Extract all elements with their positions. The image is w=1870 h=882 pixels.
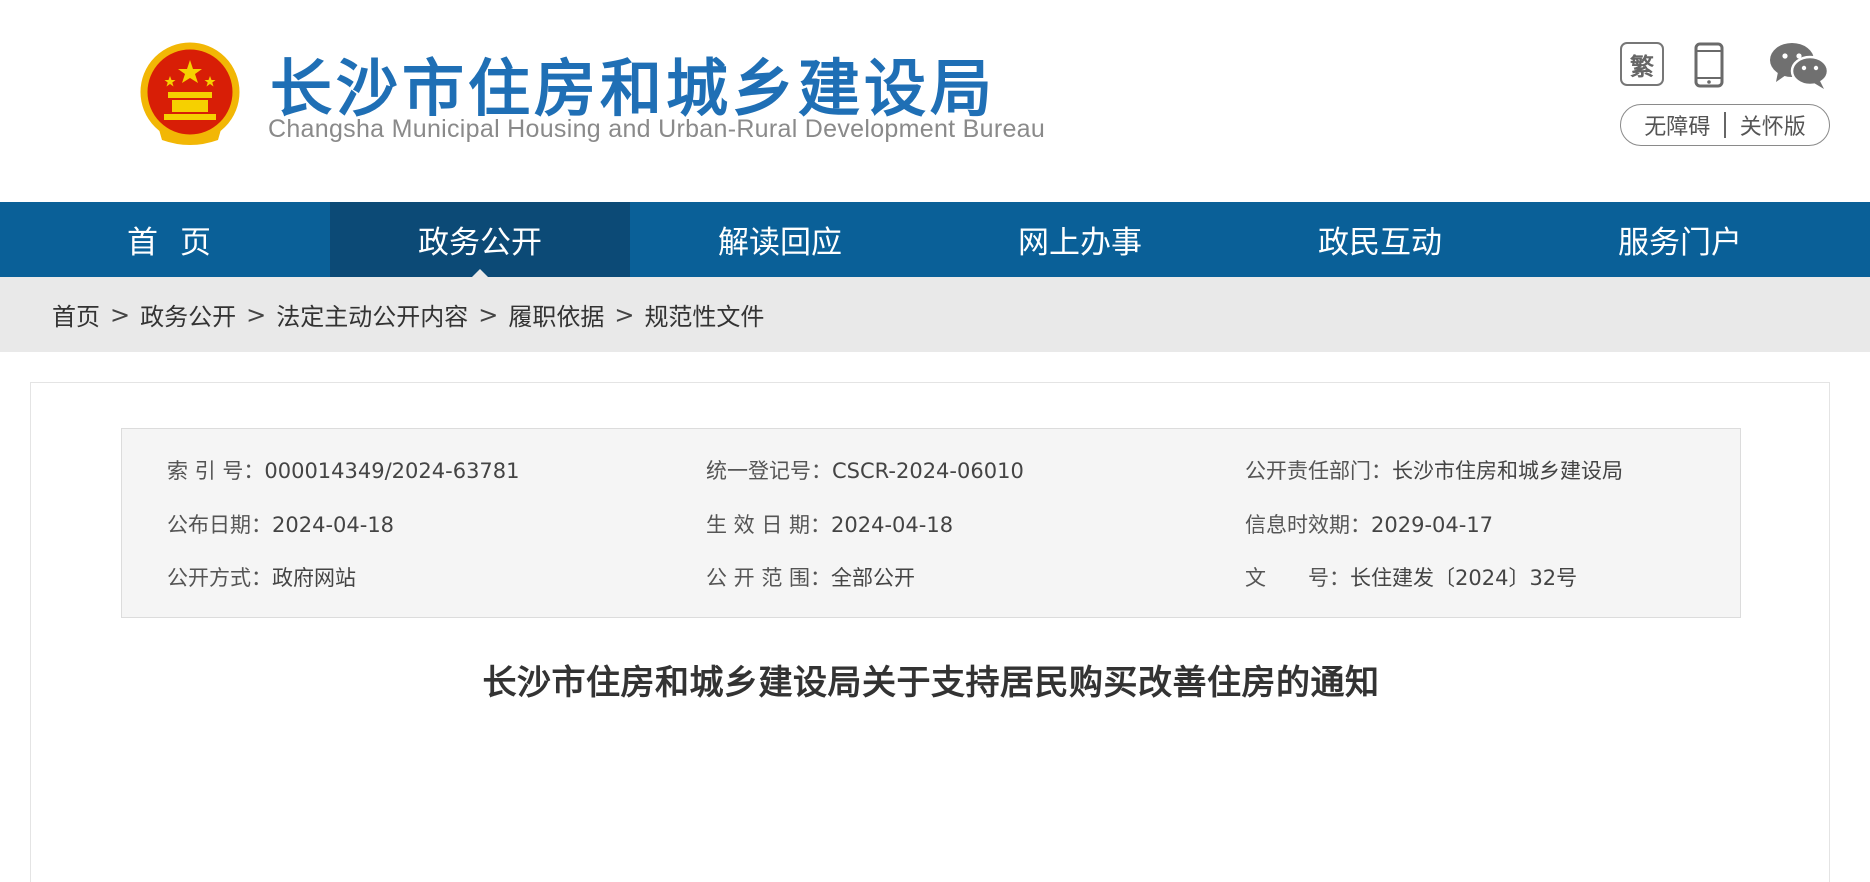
elderly-mode-link[interactable]: 关怀版: [1740, 109, 1806, 141]
breadcrumb-item[interactable]: 法定主动公开内容: [276, 297, 468, 332]
national-emblem-icon: [140, 42, 240, 148]
mobile-icon[interactable]: [1694, 42, 1724, 88]
meta-method: 公开方式：政府网站: [167, 562, 356, 592]
meta-label: 信息时效期：: [1245, 513, 1371, 537]
meta-value: 长沙市住房和城乡建设局: [1392, 459, 1623, 483]
main-nav: 首页 政务公开 解读回应 网上办事 政民互动 服务门户: [0, 202, 1870, 277]
meta-label: 索 引 号：: [167, 459, 265, 483]
site-subtitle: Changsha Municipal Housing and Urban-Rur…: [268, 115, 1046, 143]
meta-value: 全部公开: [831, 566, 916, 590]
accessibility-link[interactable]: 无障碍: [1644, 109, 1710, 141]
meta-value: CSCR-2024-06010: [832, 459, 1024, 483]
breadcrumb-separator: >: [110, 300, 131, 329]
article-container: 索 引 号：000014349/2024-63781 统一登记号：CSCR-20…: [30, 382, 1830, 882]
meta-index: 索 引 号：000014349/2024-63781: [167, 455, 520, 485]
document-title: 长沙市住房和城乡建设局关于支持居民购买改善住房的通知: [482, 663, 1380, 703]
breadcrumb-separator: >: [246, 300, 267, 329]
meta-value: 2024-04-18: [831, 513, 954, 537]
pill-divider: [1724, 112, 1726, 138]
meta-label: 生 效 日 期：: [706, 513, 832, 537]
meta-doc-number: 文 号：长住建发〔2024〕32号: [1245, 562, 1577, 592]
meta-value: 长住建发〔2024〕32号: [1350, 566, 1578, 590]
nav-item-interpretation[interactable]: 解读回应: [630, 202, 930, 277]
breadcrumb: 首页 > 政务公开 > 法定主动公开内容 > 履职依据 > 规范性文件: [0, 277, 1870, 352]
nav-item-online-services[interactable]: 网上办事: [930, 202, 1230, 277]
breadcrumb-item[interactable]: 首页: [52, 297, 100, 332]
meta-value: 2029-04-17: [1371, 513, 1494, 537]
meta-registration: 统一登记号：CSCR-2024-06010: [706, 455, 1024, 485]
meta-effective-date: 生 效 日 期：2024-04-18: [706, 509, 953, 539]
meta-value: 2024-04-18: [272, 513, 395, 537]
nav-item-service-portal[interactable]: 服务门户: [1530, 202, 1830, 277]
meta-label: 公布日期：: [167, 513, 272, 537]
document-metadata-table: 索 引 号：000014349/2024-63781 统一登记号：CSCR-20…: [121, 428, 1741, 618]
meta-label: 公 开 范 围：: [706, 566, 832, 590]
meta-label: 公开方式：: [167, 566, 272, 590]
breadcrumb-separator: >: [614, 300, 635, 329]
meta-scope: 公 开 范 围：全部公开: [706, 562, 915, 592]
site-header: 长沙市住房和城乡建设局 Changsha Municipal Housing a…: [0, 0, 1870, 202]
meta-value: 政府网站: [272, 566, 356, 590]
breadcrumb-item[interactable]: 履职依据: [508, 297, 604, 332]
breadcrumb-item[interactable]: 规范性文件: [644, 297, 764, 332]
breadcrumb-item[interactable]: 政务公开: [140, 297, 236, 332]
meta-publish-date: 公布日期：2024-04-18: [167, 509, 394, 539]
nav-item-home[interactable]: 首页: [0, 202, 330, 277]
traditional-chinese-button[interactable]: 繁: [1620, 42, 1664, 86]
meta-department: 公开责任部门：长沙市住房和城乡建设局: [1245, 455, 1623, 485]
meta-label: 公开责任部门：: [1245, 459, 1392, 483]
meta-label: 文 号：: [1245, 566, 1350, 590]
nav-item-interaction[interactable]: 政民互动: [1230, 202, 1530, 277]
meta-value: 000014349/2024-63781: [264, 459, 520, 483]
meta-expiry-date: 信息时效期：2029-04-17: [1245, 509, 1493, 539]
accessibility-pill: 无障碍 关怀版: [1620, 104, 1830, 146]
nav-item-gov-affairs[interactable]: 政务公开: [330, 202, 630, 277]
header-tools: 繁 无障碍 关怀版: [1610, 38, 1830, 158]
meta-label: 统一登记号：: [706, 459, 832, 483]
wechat-icon[interactable]: [1768, 40, 1830, 90]
breadcrumb-separator: >: [478, 300, 499, 329]
